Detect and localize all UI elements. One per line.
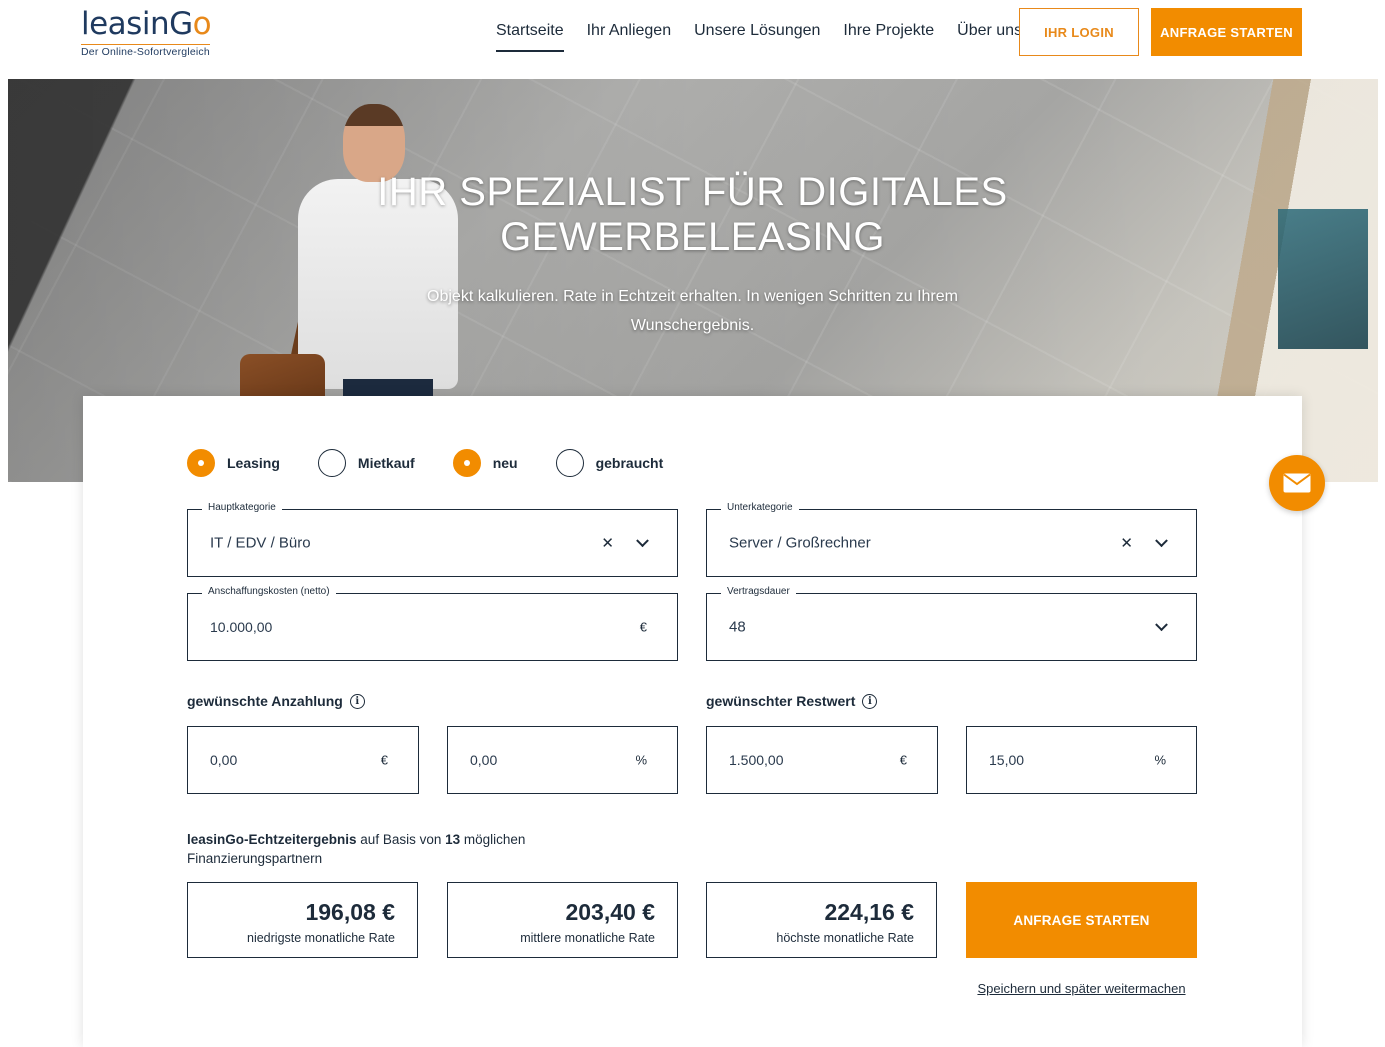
- nav-startseite[interactable]: Startseite: [496, 22, 564, 52]
- rate-label: mittlere monatliche Rate: [520, 931, 655, 945]
- main-nav: Startseite Ihr Anliegen Unsere Lösungen …: [496, 22, 1045, 52]
- percent-unit: %: [635, 752, 647, 768]
- field-value: Server / Großrechner: [729, 534, 871, 552]
- rate-high-box: 224,16 € höchste monatliche Rate: [706, 882, 937, 958]
- rate-low-box: 196,08 € niedrigste monatliche Rate: [187, 882, 418, 958]
- field-value: 1.500,00: [729, 752, 784, 768]
- clear-icon[interactable]: ✕: [601, 534, 614, 552]
- rate-label: niedrigste monatliche Rate: [247, 931, 395, 945]
- field-value: 15,00: [989, 752, 1025, 768]
- radio-label: gebraucht: [595, 455, 664, 471]
- restwert-amount-input[interactable]: 1.500,00 €: [706, 726, 938, 794]
- chevron-down-icon[interactable]: [636, 534, 649, 548]
- site-header: leasinGo Der Online-Sofortvergleich Star…: [0, 0, 1385, 79]
- radio-indicator: [317, 449, 346, 477]
- field-value: 0,00: [470, 752, 498, 768]
- logo-wordmark: leasinGo: [81, 6, 212, 42]
- field-legend: Hauptkategorie: [202, 502, 282, 513]
- save-later-link[interactable]: Speichern und später weitermachen: [966, 981, 1197, 996]
- nav-unsere-loesungen[interactable]: Unsere Lösungen: [694, 22, 820, 52]
- restwert-label-text: gewünschter Restwert: [706, 693, 856, 709]
- header-anfrage-button[interactable]: ANFRAGE STARTEN: [1151, 8, 1302, 56]
- field-value: 10.000,00: [210, 619, 273, 635]
- rate-value: 224,16 €: [824, 899, 914, 925]
- info-icon[interactable]: i: [349, 693, 365, 709]
- radio-neu[interactable]: neu: [452, 449, 518, 477]
- logo[interactable]: leasinGo Der Online-Sofortvergleich: [81, 6, 212, 60]
- mail-contact-button[interactable]: [1269, 455, 1325, 511]
- restwert-percent-input[interactable]: 15,00 %: [966, 726, 1197, 794]
- result-intro-brand: leasinGo-Echtzeitergebnis: [187, 832, 357, 847]
- rate-mid-box: 203,40 € mittlere monatliche Rate: [447, 882, 678, 958]
- unterkategorie-select[interactable]: Unterkategorie Server / Großrechner ✕: [706, 502, 1197, 577]
- radio-leasing[interactable]: Leasing: [187, 449, 280, 477]
- euro-unit: €: [899, 752, 907, 768]
- radio-indicator: [187, 449, 215, 477]
- hauptkategorie-select[interactable]: Hauptkategorie IT / EDV / Büro ✕: [187, 502, 678, 577]
- field-legend: Unterkategorie: [721, 502, 799, 513]
- result-intro-mid: auf Basis von: [356, 832, 446, 847]
- logo-tagline: Der Online-Sofortvergleich: [81, 44, 210, 58]
- field-legend: Vertragsdauer: [721, 586, 796, 597]
- radio-gebraucht[interactable]: gebraucht: [555, 449, 664, 477]
- euro-unit: €: [380, 752, 388, 768]
- rate-value: 203,40 €: [565, 899, 655, 925]
- rate-value: 196,08 €: [305, 899, 395, 925]
- partner-count: 13: [445, 832, 461, 847]
- radio-indicator: [452, 449, 481, 477]
- info-icon[interactable]: i: [862, 693, 878, 709]
- clear-icon[interactable]: ✕: [1120, 534, 1133, 552]
- vertragsdauer-select[interactable]: Vertragsdauer 48: [706, 586, 1197, 661]
- mail-icon: [1283, 473, 1311, 493]
- anzahlung-amount-input[interactable]: 0,00 €: [187, 726, 419, 794]
- euro-unit: €: [639, 619, 647, 635]
- anzahlung-label: gewünschte Anzahlung i: [187, 693, 365, 709]
- anfrage-starten-button[interactable]: ANFRAGE STARTEN: [966, 882, 1197, 958]
- field-value: IT / EDV / Büro: [210, 534, 311, 552]
- nav-ihr-anliegen[interactable]: Ihr Anliegen: [587, 22, 672, 52]
- hero-title-line1: IHR SPEZIALIST FÜR DIGITALES: [377, 170, 1008, 214]
- radio-mietkauf[interactable]: Mietkauf: [317, 449, 415, 477]
- radio-group: Leasing Mietkauf neu gebraucht: [187, 449, 701, 477]
- radio-label: neu: [492, 455, 518, 471]
- percent-unit: %: [1154, 752, 1166, 768]
- chevron-down-icon[interactable]: [1155, 534, 1168, 548]
- radio-indicator: [555, 449, 584, 477]
- hero-subtitle: Objekt kalkulieren. Rate in Echtzeit erh…: [427, 288, 958, 334]
- field-legend: Anschaffungskosten (netto): [202, 586, 336, 597]
- anzahlung-label-text: gewünschte Anzahlung: [187, 693, 343, 709]
- chevron-down-icon[interactable]: [1155, 618, 1168, 632]
- restwert-label: gewünschter Restwert i: [706, 693, 878, 709]
- rate-label: höchste monatliche Rate: [776, 931, 914, 945]
- field-value: 48: [729, 618, 746, 636]
- field-value: 0,00: [210, 752, 238, 768]
- anschaffungskosten-input[interactable]: Anschaffungskosten (netto) 10.000,00 €: [187, 586, 678, 661]
- hero-title-line2: GEWERBELEASING: [500, 215, 885, 259]
- nav-ihre-projekte[interactable]: Ihre Projekte: [843, 22, 934, 52]
- hero-title: IHR SPEZIALIST FÜR DIGITALES GEWERBELEAS…: [0, 170, 1385, 260]
- anzahlung-percent-input[interactable]: 0,00 %: [447, 726, 678, 794]
- result-intro: leasinGo-Echtzeitergebnis auf Basis von …: [187, 830, 547, 868]
- login-button[interactable]: IHR LOGIN: [1019, 8, 1139, 56]
- radio-label: Mietkauf: [357, 455, 415, 471]
- nav-ueber-uns[interactable]: Über uns: [957, 22, 1022, 52]
- radio-label: Leasing: [227, 455, 280, 471]
